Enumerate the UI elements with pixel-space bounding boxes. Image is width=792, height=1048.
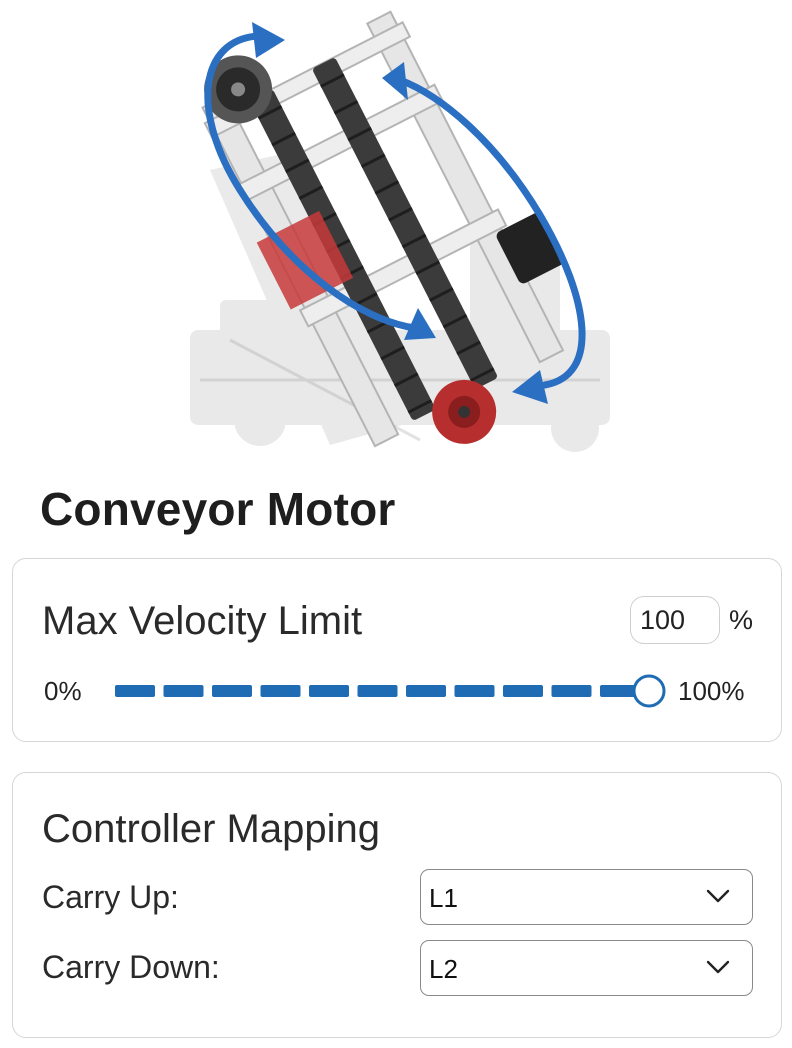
carry-down-selected-value: L2	[429, 954, 458, 984]
slider-track	[115, 685, 640, 697]
velocity-unit-label: %	[729, 605, 754, 635]
max-velocity-input[interactable]	[630, 596, 720, 644]
slider-track-segment	[406, 685, 446, 697]
carry-down-label: Carry Down:	[42, 949, 220, 985]
slider-track-segment	[454, 685, 495, 697]
slider-track-segment	[503, 685, 543, 697]
velocity-slider[interactable]	[101, 669, 671, 713]
conveyor-illustration	[0, 0, 792, 460]
max-velocity-label: Max Velocity Limit	[42, 599, 363, 643]
controller-mapping-label: Controller Mapping	[42, 807, 380, 851]
carry-up-label: Carry Up:	[42, 879, 179, 915]
slider-track-segment	[551, 685, 592, 697]
chevron-down-icon	[706, 889, 730, 903]
chevron-down-icon	[706, 960, 730, 974]
slider-track-segment	[163, 685, 204, 697]
page-title: Conveyor Motor	[40, 483, 396, 535]
controller-mapping-card: Controller Mapping Carry Up: L1 Carry Do…	[12, 772, 782, 1038]
slider-max-label: 100%	[678, 676, 745, 706]
slider-track-segment	[212, 685, 252, 697]
carry-down-select[interactable]: L2	[420, 940, 753, 996]
slider-min-label: 0%	[44, 676, 82, 706]
carry-up-selected-value: L1	[429, 883, 458, 913]
carry-up-select[interactable]: L1	[420, 869, 753, 925]
velocity-card: Max Velocity Limit % 0% 100%	[12, 558, 782, 742]
slider-thumb[interactable]	[632, 674, 666, 708]
slider-track-segment	[309, 685, 349, 697]
slider-track-segment	[260, 685, 301, 697]
slider-track-segment	[357, 685, 398, 697]
slider-track-segment	[115, 685, 155, 697]
